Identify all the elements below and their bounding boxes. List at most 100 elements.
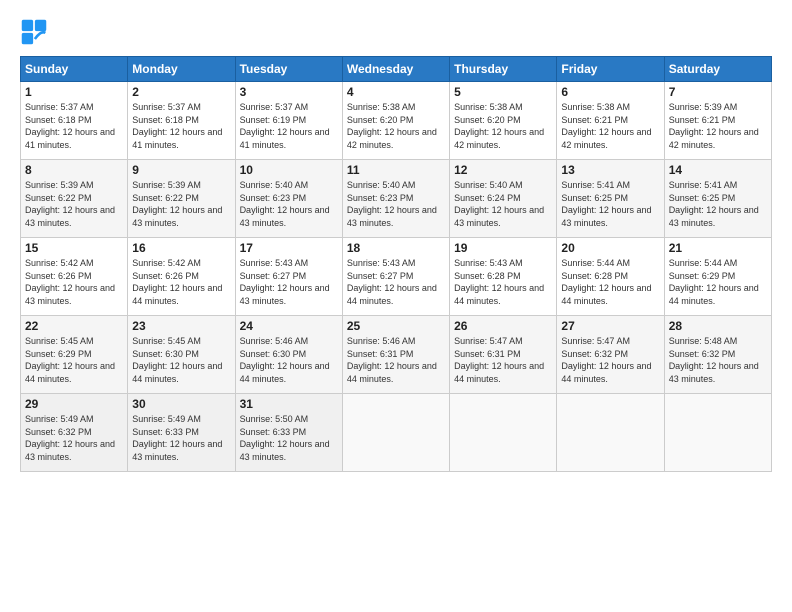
calendar-cell: 16 Sunrise: 5:42 AMSunset: 6:26 PMDayligh…	[128, 238, 235, 316]
calendar-cell: 25 Sunrise: 5:46 AMSunset: 6:31 PMDayligh…	[342, 316, 449, 394]
day-info: Sunrise: 5:44 AMSunset: 6:28 PMDaylight:…	[561, 258, 651, 306]
day-number: 2	[132, 85, 230, 99]
day-info: Sunrise: 5:45 AMSunset: 6:29 PMDaylight:…	[25, 336, 115, 384]
calendar-cell: 3 Sunrise: 5:37 AMSunset: 6:19 PMDaylight…	[235, 82, 342, 160]
calendar-cell: 31Sunrise: 5:50 AMSunset: 6:33 PMDayligh…	[235, 394, 342, 472]
day-info: Sunrise: 5:38 AMSunset: 6:20 PMDaylight:…	[454, 102, 544, 150]
day-info: Sunrise: 5:37 AMSunset: 6:18 PMDaylight:…	[132, 102, 222, 150]
day-number: 9	[132, 163, 230, 177]
day-info: Sunrise: 5:43 AMSunset: 6:27 PMDaylight:…	[240, 258, 330, 306]
day-number: 16	[132, 241, 230, 255]
calendar-cell: 28 Sunrise: 5:48 AMSunset: 6:32 PMDayligh…	[664, 316, 771, 394]
day-number: 18	[347, 241, 445, 255]
calendar-cell: 17 Sunrise: 5:43 AMSunset: 6:27 PMDayligh…	[235, 238, 342, 316]
day-info: Sunrise: 5:37 AMSunset: 6:19 PMDaylight:…	[240, 102, 330, 150]
day-number: 11	[347, 163, 445, 177]
calendar-cell: 9 Sunrise: 5:39 AMSunset: 6:22 PMDaylight…	[128, 160, 235, 238]
day-info: Sunrise: 5:39 AMSunset: 6:21 PMDaylight:…	[669, 102, 759, 150]
calendar-cell: 11 Sunrise: 5:40 AMSunset: 6:23 PMDayligh…	[342, 160, 449, 238]
calendar-cell: 7Sunrise: 5:39 AMSunset: 6:21 PMDaylight…	[664, 82, 771, 160]
day-number: 28	[669, 319, 767, 333]
calendar-cell: 22 Sunrise: 5:45 AMSunset: 6:29 PMDayligh…	[21, 316, 128, 394]
day-info: Sunrise: 5:37 AMSunset: 6:18 PMDaylight:…	[25, 102, 115, 150]
day-number: 15	[25, 241, 123, 255]
calendar-cell	[664, 394, 771, 472]
day-info: Sunrise: 5:39 AMSunset: 6:22 PMDaylight:…	[25, 180, 115, 228]
day-number: 21	[669, 241, 767, 255]
day-info: Sunrise: 5:43 AMSunset: 6:28 PMDaylight:…	[454, 258, 544, 306]
day-info: Sunrise: 5:44 AMSunset: 6:29 PMDaylight:…	[669, 258, 759, 306]
day-info: Sunrise: 5:43 AMSunset: 6:27 PMDaylight:…	[347, 258, 437, 306]
day-number: 12	[454, 163, 552, 177]
day-number: 23	[132, 319, 230, 333]
day-number: 17	[240, 241, 338, 255]
day-info: Sunrise: 5:41 AMSunset: 6:25 PMDaylight:…	[669, 180, 759, 228]
calendar-cell: 29 Sunrise: 5:49 AMSunset: 6:32 PMDayligh…	[21, 394, 128, 472]
day-number: 30	[132, 397, 230, 411]
day-number: 19	[454, 241, 552, 255]
week-row-1: 1 Sunrise: 5:37 AMSunset: 6:18 PMDaylight…	[21, 82, 772, 160]
calendar-cell: 24Sunrise: 5:46 AMSunset: 6:30 PMDayligh…	[235, 316, 342, 394]
weekday-header-row: SundayMondayTuesdayWednesdayThursdayFrid…	[21, 57, 772, 82]
calendar-cell: 12 Sunrise: 5:40 AMSunset: 6:24 PMDayligh…	[450, 160, 557, 238]
calendar-cell: 8 Sunrise: 5:39 AMSunset: 6:22 PMDaylight…	[21, 160, 128, 238]
calendar-cell: 15 Sunrise: 5:42 AMSunset: 6:26 PMDayligh…	[21, 238, 128, 316]
calendar-cell: 30 Sunrise: 5:49 AMSunset: 6:33 PMDayligh…	[128, 394, 235, 472]
day-info: Sunrise: 5:38 AMSunset: 6:20 PMDaylight:…	[347, 102, 437, 150]
week-row-3: 15 Sunrise: 5:42 AMSunset: 6:26 PMDayligh…	[21, 238, 772, 316]
day-number: 1	[25, 85, 123, 99]
week-row-5: 29 Sunrise: 5:49 AMSunset: 6:32 PMDayligh…	[21, 394, 772, 472]
calendar-cell	[450, 394, 557, 472]
calendar-cell: 2 Sunrise: 5:37 AMSunset: 6:18 PMDaylight…	[128, 82, 235, 160]
calendar-cell: 14Sunrise: 5:41 AMSunset: 6:25 PMDayligh…	[664, 160, 771, 238]
day-info: Sunrise: 5:50 AMSunset: 6:33 PMDaylight:…	[240, 414, 330, 462]
calendar-cell: 5 Sunrise: 5:38 AMSunset: 6:20 PMDaylight…	[450, 82, 557, 160]
day-info: Sunrise: 5:40 AMSunset: 6:23 PMDaylight:…	[347, 180, 437, 228]
day-info: Sunrise: 5:45 AMSunset: 6:30 PMDaylight:…	[132, 336, 222, 384]
calendar-cell: 27Sunrise: 5:47 AMSunset: 6:32 PMDayligh…	[557, 316, 664, 394]
day-number: 5	[454, 85, 552, 99]
day-info: Sunrise: 5:40 AMSunset: 6:23 PMDaylight:…	[240, 180, 330, 228]
week-row-2: 8 Sunrise: 5:39 AMSunset: 6:22 PMDaylight…	[21, 160, 772, 238]
day-number: 22	[25, 319, 123, 333]
calendar-cell: 13 Sunrise: 5:41 AMSunset: 6:25 PMDayligh…	[557, 160, 664, 238]
day-number: 27	[561, 319, 659, 333]
calendar-cell: 1 Sunrise: 5:37 AMSunset: 6:18 PMDaylight…	[21, 82, 128, 160]
header	[20, 18, 772, 46]
weekday-header-sunday: Sunday	[21, 57, 128, 82]
day-info: Sunrise: 5:49 AMSunset: 6:32 PMDaylight:…	[25, 414, 115, 462]
calendar-cell: 20 Sunrise: 5:44 AMSunset: 6:28 PMDayligh…	[557, 238, 664, 316]
calendar-cell: 18 Sunrise: 5:43 AMSunset: 6:27 PMDayligh…	[342, 238, 449, 316]
weekday-header-monday: Monday	[128, 57, 235, 82]
weekday-header-wednesday: Wednesday	[342, 57, 449, 82]
day-number: 20	[561, 241, 659, 255]
page: SundayMondayTuesdayWednesdayThursdayFrid…	[0, 0, 792, 612]
day-number: 8	[25, 163, 123, 177]
day-info: Sunrise: 5:46 AMSunset: 6:31 PMDaylight:…	[347, 336, 437, 384]
day-number: 10	[240, 163, 338, 177]
logo-icon	[20, 18, 48, 46]
day-info: Sunrise: 5:40 AMSunset: 6:24 PMDaylight:…	[454, 180, 544, 228]
day-info: Sunrise: 5:41 AMSunset: 6:25 PMDaylight:…	[561, 180, 651, 228]
day-number: 26	[454, 319, 552, 333]
calendar-cell: 6 Sunrise: 5:38 AMSunset: 6:21 PMDaylight…	[557, 82, 664, 160]
day-info: Sunrise: 5:39 AMSunset: 6:22 PMDaylight:…	[132, 180, 222, 228]
day-info: Sunrise: 5:47 AMSunset: 6:31 PMDaylight:…	[454, 336, 544, 384]
day-number: 3	[240, 85, 338, 99]
calendar-cell: 10 Sunrise: 5:40 AMSunset: 6:23 PMDayligh…	[235, 160, 342, 238]
day-number: 29	[25, 397, 123, 411]
day-info: Sunrise: 5:42 AMSunset: 6:26 PMDaylight:…	[25, 258, 115, 306]
day-info: Sunrise: 5:42 AMSunset: 6:26 PMDaylight:…	[132, 258, 222, 306]
day-info: Sunrise: 5:48 AMSunset: 6:32 PMDaylight:…	[669, 336, 759, 384]
week-row-4: 22 Sunrise: 5:45 AMSunset: 6:29 PMDayligh…	[21, 316, 772, 394]
logo	[20, 18, 52, 46]
weekday-header-thursday: Thursday	[450, 57, 557, 82]
day-number: 25	[347, 319, 445, 333]
day-info: Sunrise: 5:49 AMSunset: 6:33 PMDaylight:…	[132, 414, 222, 462]
day-number: 4	[347, 85, 445, 99]
day-info: Sunrise: 5:38 AMSunset: 6:21 PMDaylight:…	[561, 102, 651, 150]
day-number: 24	[240, 319, 338, 333]
day-number: 6	[561, 85, 659, 99]
weekday-header-saturday: Saturday	[664, 57, 771, 82]
day-number: 13	[561, 163, 659, 177]
